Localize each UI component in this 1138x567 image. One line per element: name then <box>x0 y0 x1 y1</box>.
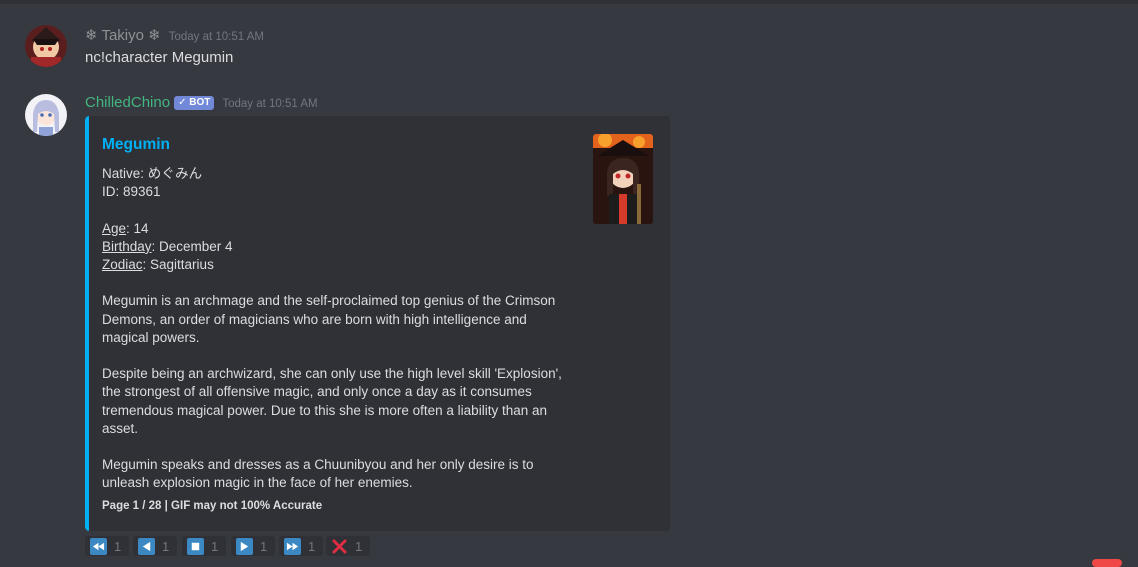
avatar[interactable] <box>25 94 67 136</box>
fast-forward-icon <box>284 537 301 555</box>
age-label: Age <box>102 220 127 236</box>
reaction-next[interactable]: 1 <box>231 536 275 556</box>
notification-indicator <box>1092 559 1122 567</box>
next-icon <box>236 537 253 555</box>
age-line: Age: 14 <box>102 220 572 238</box>
reaction-previous[interactable]: 1 <box>133 536 177 556</box>
zodiac-line: Zodiac: Sagittarius <box>102 256 572 274</box>
username[interactable]: ❄ Takiyo ❄ <box>85 27 161 44</box>
character-embed: Megumin Native: めぐみん ID: 89361 Age: 14 B… <box>85 116 670 531</box>
reaction-count: 1 <box>308 538 316 554</box>
previous-icon <box>138 537 155 555</box>
birthday-value: : December 4 <box>151 238 233 254</box>
top-divider <box>0 0 1138 4</box>
embed-footer: Page 1 / 28 | GIF may not 100% Accurate <box>102 500 323 512</box>
cross-icon <box>331 538 348 555</box>
native-value: : めぐみん <box>140 166 203 181</box>
embed-accent-bar <box>85 116 89 531</box>
age-value: : 14 <box>126 220 149 236</box>
character-thumbnail[interactable] <box>593 134 653 224</box>
message-header: ❄ Takiyo ❄ Today at 10:51 AM <box>85 26 264 45</box>
description-paragraph: Despite being an archwizard, she can onl… <box>102 366 562 436</box>
native-label: Native <box>102 166 141 181</box>
description-paragraph: Megumin speaks and dresses as a Chuuniby… <box>102 457 534 491</box>
avatar[interactable] <box>25 25 67 67</box>
native-line: Native: めぐみん <box>102 165 572 183</box>
message-header: ChilledChino ✓ BOT Today at 10:51 AM <box>85 94 318 112</box>
embed-title[interactable]: Megumin <box>102 136 170 154</box>
reaction-stop[interactable]: 1 <box>182 536 226 556</box>
birthday-label: Birthday <box>102 238 152 254</box>
reaction-count: 1 <box>114 538 122 554</box>
description-paragraph: Megumin is an archmage and the self-proc… <box>102 293 556 345</box>
reaction-count: 1 <box>260 538 268 554</box>
reaction-count: 1 <box>162 538 170 554</box>
reaction-count: 1 <box>355 538 363 554</box>
timestamp: Today at 10:51 AM <box>222 98 318 110</box>
stop-icon <box>187 537 204 555</box>
reaction-cross[interactable]: 1 <box>326 536 370 556</box>
zodiac-label: Zodiac <box>102 257 143 272</box>
bot-tag: ✓ BOT <box>174 96 215 110</box>
reaction-rewind[interactable]: 1 <box>85 536 129 556</box>
birthday-line: Birthday: December 4 <box>102 238 572 256</box>
timestamp: Today at 10:51 AM <box>168 31 264 43</box>
message-content: nc!character Megumin <box>85 49 234 66</box>
rewind-icon <box>90 537 107 555</box>
reaction-fast-forward[interactable]: 1 <box>279 536 323 556</box>
zodiac-value: : Sagittarius <box>142 257 214 272</box>
reaction-count: 1 <box>211 538 219 554</box>
embed-description: Native: めぐみん ID: 89361 Age: 14 Birthday:… <box>102 165 572 493</box>
username[interactable]: ChilledChino <box>85 94 170 111</box>
id-line: ID: 89361 <box>102 184 161 200</box>
